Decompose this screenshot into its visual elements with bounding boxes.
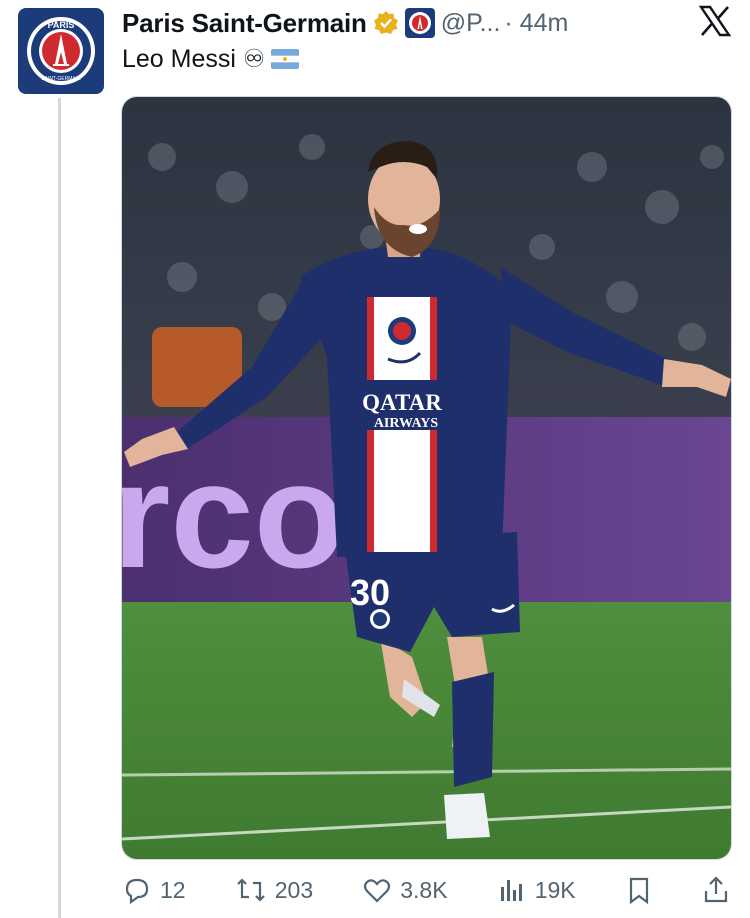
sponsor-line1: QATAR (362, 390, 442, 415)
psg-badge-icon (404, 8, 435, 38)
repost-button[interactable]: 203 (235, 875, 313, 905)
repost-count: 203 (274, 876, 314, 903)
logo-text: PARIS (48, 20, 75, 30)
views-icon (500, 880, 522, 901)
share-icon (704, 876, 728, 903)
avatar[interactable]: PARIS SAINT-GERMAIN (18, 8, 104, 94)
view-count: 19K (534, 876, 576, 903)
repost-icon (236, 878, 265, 902)
thread-line (58, 98, 61, 918)
views-button[interactable]: 19K (497, 875, 576, 905)
like-button[interactable]: 3.8K (362, 875, 448, 905)
like-count: 3.8K (400, 876, 448, 903)
display-name[interactable]: Paris Saint-Germain (122, 8, 367, 39)
x-logo-icon[interactable] (698, 4, 732, 43)
tweet-media-photo[interactable]: rcord 30 QATAR AIRWAYS (121, 96, 732, 860)
tweet-header: Paris Saint-Germain @P... · 44m (122, 6, 730, 40)
logo-subtext: SAINT-GERMAIN (41, 76, 81, 82)
timestamp[interactable]: · 44m (504, 9, 568, 38)
argentina-flag-icon (271, 49, 300, 69)
verified-icon (373, 10, 399, 36)
tweet-actions: 12 203 3.8K 19K (122, 870, 730, 910)
sponsor-line2: AIRWAYS (374, 416, 439, 431)
bookmark-button[interactable] (625, 875, 653, 905)
bookmark-icon (629, 877, 648, 905)
handle[interactable]: @P... (441, 9, 501, 38)
like-icon (364, 879, 391, 903)
reply-count: 12 (160, 876, 186, 903)
psg-logo: PARIS SAINT-GERMAIN (27, 17, 95, 85)
jersey-number: 30 (350, 572, 390, 613)
reply-button[interactable]: 12 (122, 875, 186, 905)
share-button[interactable] (702, 875, 730, 905)
tweet-text: Leo Messi ♾ (122, 44, 300, 74)
tweet-text-content: Leo Messi ♾ (122, 45, 266, 73)
reply-icon (125, 878, 149, 905)
